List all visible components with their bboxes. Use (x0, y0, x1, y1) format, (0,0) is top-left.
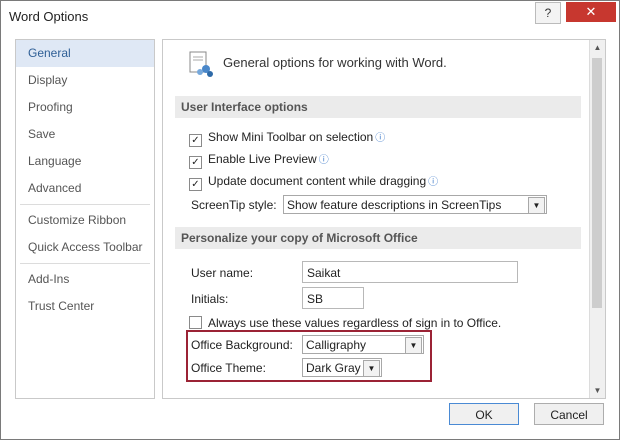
scroll-down-icon[interactable]: ▼ (590, 383, 605, 398)
live-preview-checkbox[interactable]: ✓ (189, 156, 202, 169)
username-label: User name: (191, 266, 254, 280)
titlebar: Word Options ? ✕ (1, 1, 619, 31)
option-live-preview[interactable]: ✓ Enable Live Preview ⓘ (189, 150, 329, 169)
office-background-value: Calligraphy (306, 338, 367, 352)
nav-item-quick-access-toolbar[interactable]: Quick Access Toolbar (16, 234, 154, 261)
always-use-label: Always use these values regardless of si… (208, 316, 502, 330)
chevron-down-icon[interactable]: ▼ (363, 360, 380, 377)
initials-input[interactable]: SB (302, 287, 364, 309)
section-personalize: Personalize your copy of Microsoft Offic… (175, 227, 581, 249)
office-theme-value: Dark Gray (306, 361, 361, 375)
username-input[interactable]: Saikat (302, 261, 518, 283)
nav-item-trust-center[interactable]: Trust Center (16, 293, 154, 320)
nav-divider (20, 263, 150, 264)
live-preview-label: Enable Live Preview (208, 152, 317, 166)
chevron-down-icon[interactable]: ▼ (405, 337, 422, 354)
initials-label: Initials: (191, 292, 229, 306)
always-use-checkbox[interactable] (189, 316, 202, 329)
scroll-thumb[interactable] (592, 58, 602, 308)
chevron-down-icon[interactable]: ▼ (528, 197, 545, 214)
nav-divider (20, 204, 150, 205)
section-ui-options: User Interface options (175, 96, 581, 118)
option-mini-toolbar[interactable]: ✓ Show Mini Toolbar on selection ⓘ (189, 128, 386, 147)
update-dragging-checkbox[interactable]: ✓ (189, 178, 202, 191)
info-icon: ⓘ (428, 177, 439, 188)
office-background-select[interactable]: Calligraphy ▼ (302, 335, 424, 354)
close-button[interactable]: ✕ (566, 2, 616, 22)
update-dragging-label: Update document content while dragging (208, 174, 427, 188)
screentip-style-select[interactable]: Show feature descriptions in ScreenTips … (283, 195, 547, 214)
office-background-label: Office Background: (191, 338, 293, 352)
dialog-title: Word Options (9, 9, 89, 24)
mini-toolbar-label: Show Mini Toolbar on selection (208, 130, 374, 144)
general-options-icon (189, 51, 213, 77)
option-update-dragging[interactable]: ✓ Update document content while dragging ⓘ (189, 172, 439, 191)
mini-toolbar-checkbox[interactable]: ✓ (189, 134, 202, 147)
nav-item-display[interactable]: Display (16, 67, 154, 94)
nav-item-proofing[interactable]: Proofing (16, 94, 154, 121)
office-theme-select[interactable]: Dark Gray ▼ (302, 358, 382, 377)
nav-item-add-ins[interactable]: Add-Ins (16, 266, 154, 293)
screentip-label: ScreenTip style: (191, 198, 277, 212)
scrollbar[interactable]: ▲ ▼ (589, 40, 605, 398)
ok-button[interactable]: OK (449, 403, 519, 425)
nav-item-advanced[interactable]: Advanced (16, 175, 154, 202)
info-icon: ⓘ (375, 133, 386, 144)
nav-item-language[interactable]: Language (16, 148, 154, 175)
scroll-up-icon[interactable]: ▲ (590, 40, 605, 55)
panel-header: General options for working with Word. (223, 55, 447, 70)
options-panel: General options for working with Word. U… (162, 39, 606, 399)
word-options-dialog: Word Options ? ✕ General Display Proofin… (0, 0, 620, 440)
nav-item-save[interactable]: Save (16, 121, 154, 148)
info-icon: ⓘ (318, 155, 329, 166)
screentip-value: Show feature descriptions in ScreenTips (287, 198, 502, 212)
sidebar-nav: General Display Proofing Save Language A… (15, 39, 155, 399)
nav-item-general[interactable]: General (16, 40, 154, 67)
nav-item-customize-ribbon[interactable]: Customize Ribbon (16, 207, 154, 234)
office-theme-label: Office Theme: (191, 361, 266, 375)
cancel-button[interactable]: Cancel (534, 403, 604, 425)
help-button[interactable]: ? (535, 2, 561, 24)
